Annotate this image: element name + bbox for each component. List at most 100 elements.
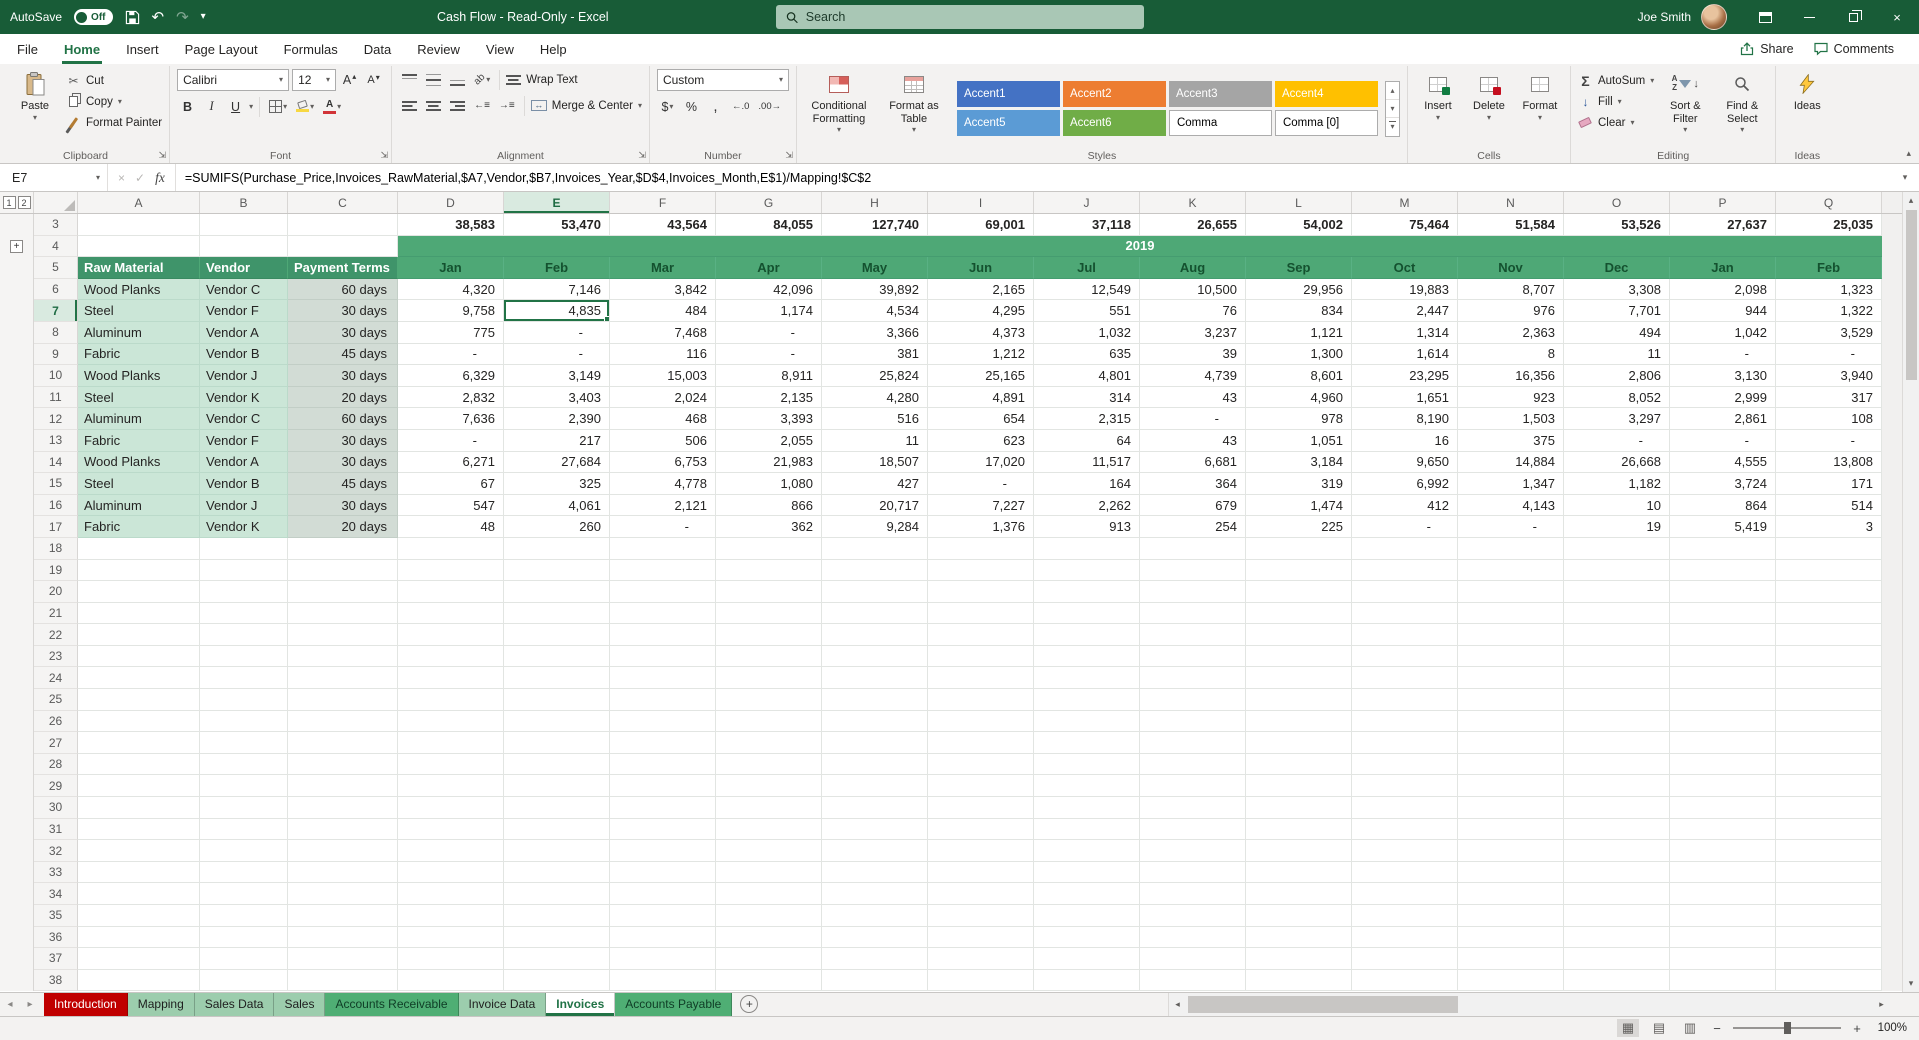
cell-A26[interactable] <box>78 711 200 733</box>
cell-F8[interactable]: 7,468 <box>610 322 716 344</box>
cell-B12[interactable]: Vendor C <box>200 408 288 430</box>
cell-M27[interactable] <box>1352 732 1458 754</box>
cell-G22[interactable] <box>716 624 822 646</box>
cell-G15[interactable]: 1,080 <box>716 473 822 495</box>
column-header-E[interactable]: E <box>504 192 610 213</box>
cell-C6[interactable]: 60 days <box>288 279 398 301</box>
cell-P32[interactable] <box>1670 840 1776 862</box>
cell-K26[interactable] <box>1140 711 1246 733</box>
row-header-26[interactable]: 26 <box>34 711 78 733</box>
cell-J9[interactable]: 635 <box>1034 344 1140 366</box>
fill-dropdown-icon[interactable]: ▾ <box>1618 97 1622 107</box>
cell-L23[interactable] <box>1246 646 1352 668</box>
cell-O6[interactable]: 3,308 <box>1564 279 1670 301</box>
cell-H15[interactable]: 427 <box>822 473 928 495</box>
cell-C37[interactable] <box>288 948 398 970</box>
formula-input[interactable]: =SUMIFS(Purchase_Price,Invoices_RawMater… <box>176 171 1891 185</box>
cell-L9[interactable]: 1,300 <box>1246 344 1352 366</box>
cell-D7[interactable]: 9,758 <box>398 300 504 322</box>
cell-H37[interactable] <box>822 948 928 970</box>
cell-N33[interactable] <box>1458 862 1564 884</box>
sheet-tab-sales-data[interactable]: Sales Data <box>195 993 275 1016</box>
cell-A4[interactable] <box>78 236 200 258</box>
cell-I32[interactable] <box>928 840 1034 862</box>
font-name-select[interactable]: Calibri▾ <box>177 69 289 91</box>
cell-O31[interactable] <box>1564 819 1670 841</box>
cell-Q27[interactable] <box>1776 732 1882 754</box>
menu-tab-formulas[interactable]: Formulas <box>271 34 351 64</box>
cell-N27[interactable] <box>1458 732 1564 754</box>
cell-C38[interactable] <box>288 970 398 992</box>
insert-cells-button[interactable]: Insert ▾ <box>1415 69 1461 122</box>
cell-B4[interactable] <box>200 236 288 258</box>
cell-I37[interactable] <box>928 948 1034 970</box>
cell-F12[interactable]: 468 <box>610 408 716 430</box>
cell-D18[interactable] <box>398 538 504 560</box>
cell-H35[interactable] <box>822 905 928 927</box>
cell-O10[interactable]: 2,806 <box>1564 365 1670 387</box>
cell-K36[interactable] <box>1140 927 1246 949</box>
cell-A34[interactable] <box>78 883 200 905</box>
cell-K34[interactable] <box>1140 883 1246 905</box>
cell-style-accent5[interactable]: Accent5 <box>957 110 1060 136</box>
cell-I16[interactable]: 7,227 <box>928 495 1034 517</box>
cell-A10[interactable]: Wood Planks <box>78 365 200 387</box>
cell-G3[interactable]: 84,055 <box>716 214 822 236</box>
cell-Q15[interactable]: 171 <box>1776 473 1882 495</box>
cell-A35[interactable] <box>78 905 200 927</box>
cell-I21[interactable] <box>928 603 1034 625</box>
cell-D17[interactable]: 48 <box>398 516 504 538</box>
cell-style-comma-0[interactable]: Comma [0] <box>1275 110 1378 136</box>
cell-C24[interactable] <box>288 667 398 689</box>
cell-B22[interactable] <box>200 624 288 646</box>
row-header-29[interactable]: 29 <box>34 775 78 797</box>
cell-H17[interactable]: 9,284 <box>822 516 928 538</box>
cell-N23[interactable] <box>1458 646 1564 668</box>
cell-J35[interactable] <box>1034 905 1140 927</box>
cell-D30[interactable] <box>398 797 504 819</box>
cell-P36[interactable] <box>1670 927 1776 949</box>
cell-H28[interactable] <box>822 754 928 776</box>
format-dropdown-icon[interactable]: ▾ <box>1538 113 1542 123</box>
gallery-scroll-down-icon[interactable]: ▾ <box>1386 100 1399 118</box>
zoom-out-button[interactable]: − <box>1710 1021 1724 1036</box>
fill-button[interactable]: ↓Fill▾ <box>1578 93 1654 110</box>
cell-I29[interactable] <box>928 775 1034 797</box>
row-header-33[interactable]: 33 <box>34 862 78 884</box>
cell-K35[interactable] <box>1140 905 1246 927</box>
menu-tab-help[interactable]: Help <box>527 34 580 64</box>
cell-J30[interactable] <box>1034 797 1140 819</box>
cell-Q25[interactable] <box>1776 689 1882 711</box>
cell-M6[interactable]: 19,883 <box>1352 279 1458 301</box>
cell-E29[interactable] <box>504 775 610 797</box>
cell-D14[interactable]: 6,271 <box>398 452 504 474</box>
cell-C27[interactable] <box>288 732 398 754</box>
cell-Q26[interactable] <box>1776 711 1882 733</box>
cell-B29[interactable] <box>200 775 288 797</box>
cell-C23[interactable] <box>288 646 398 668</box>
cell-G16[interactable]: 866 <box>716 495 822 517</box>
cell-I24[interactable] <box>928 667 1034 689</box>
cell-P16[interactable]: 864 <box>1670 495 1776 517</box>
cell-L31[interactable] <box>1246 819 1352 841</box>
row-header-30[interactable]: 30 <box>34 797 78 819</box>
cell-B13[interactable]: Vendor F <box>200 430 288 452</box>
cell-L11[interactable]: 4,960 <box>1246 387 1352 409</box>
cell-J7[interactable]: 551 <box>1034 300 1140 322</box>
top-align-button[interactable] <box>399 69 420 90</box>
find-select-button[interactable]: Find & Select ▾ <box>1716 69 1768 135</box>
cell-M34[interactable] <box>1352 883 1458 905</box>
row-header-34[interactable]: 34 <box>34 883 78 905</box>
percent-style-button[interactable]: % <box>681 96 702 117</box>
cell-J11[interactable]: 314 <box>1034 387 1140 409</box>
cell-P35[interactable] <box>1670 905 1776 927</box>
cell-A15[interactable]: Steel <box>78 473 200 495</box>
cell-L5[interactable]: Sep <box>1246 257 1352 279</box>
cell-Q17[interactable]: 3 <box>1776 516 1882 538</box>
cell-H36[interactable] <box>822 927 928 949</box>
cell-O36[interactable] <box>1564 927 1670 949</box>
cell-N6[interactable]: 8,707 <box>1458 279 1564 301</box>
cell-A3[interactable] <box>78 214 200 236</box>
cell-J13[interactable]: 64 <box>1034 430 1140 452</box>
cell-P21[interactable] <box>1670 603 1776 625</box>
